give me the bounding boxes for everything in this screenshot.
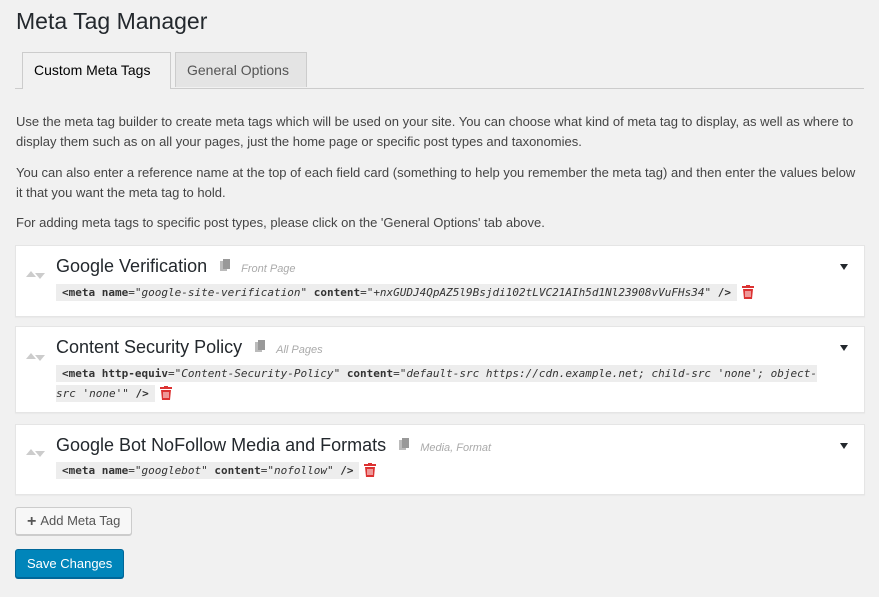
tab-bar: Custom Meta Tags General Options bbox=[15, 52, 864, 89]
card-scope: All Pages bbox=[276, 344, 323, 356]
card-scope: Front Page bbox=[241, 263, 296, 275]
card-title[interactable]: Content Security Policy bbox=[56, 337, 242, 357]
trash-icon[interactable] bbox=[364, 463, 377, 477]
intro-paragraph-3: For adding meta tags to specific post ty… bbox=[16, 215, 545, 230]
card-scope: Media, Format bbox=[420, 442, 492, 454]
triangle-down-icon[interactable] bbox=[840, 443, 848, 449]
card-title[interactable]: Google Bot NoFollow Media and Formats bbox=[56, 435, 386, 455]
trash-icon[interactable] bbox=[741, 285, 754, 299]
drag-handle-icon[interactable] bbox=[26, 449, 46, 463]
meta-tag-code: <meta name="google-site-verification" co… bbox=[56, 283, 824, 303]
copy-icon[interactable] bbox=[220, 259, 231, 271]
save-changes-button[interactable]: Save Changes bbox=[15, 549, 125, 578]
drag-handle-icon[interactable] bbox=[26, 353, 46, 367]
card-title[interactable]: Google Verification bbox=[56, 256, 207, 276]
plus-icon: + bbox=[27, 513, 37, 530]
add-meta-tag-button[interactable]: + Add Meta Tag bbox=[15, 507, 133, 535]
trash-icon[interactable] bbox=[159, 386, 172, 400]
meta-tag-card: Google Verification Front Page <meta nam… bbox=[15, 245, 865, 317]
copy-icon[interactable] bbox=[255, 340, 266, 352]
meta-tag-card: Google Bot NoFollow Media and Formats Me… bbox=[15, 424, 865, 495]
triangle-down-icon[interactable] bbox=[840, 345, 848, 351]
tab-custom-meta-tags[interactable]: Custom Meta Tags bbox=[22, 52, 171, 89]
meta-tag-code: <meta http-equiv="Content-Security-Polic… bbox=[56, 365, 818, 402]
page-title: Meta Tag Manager bbox=[16, 8, 208, 34]
meta-tag-card: Content Security Policy All Pages <meta … bbox=[15, 326, 865, 413]
intro-paragraph-1: Use the meta tag builder to create meta … bbox=[16, 114, 854, 149]
intro-paragraph-2: You can also enter a reference name at t… bbox=[16, 165, 856, 200]
tab-general-options[interactable]: General Options bbox=[175, 52, 307, 87]
copy-icon[interactable] bbox=[399, 438, 410, 450]
triangle-down-icon[interactable] bbox=[840, 264, 848, 270]
drag-handle-icon[interactable] bbox=[26, 271, 46, 285]
meta-tag-code: <meta name="googlebot" content="nofollow… bbox=[56, 461, 824, 481]
